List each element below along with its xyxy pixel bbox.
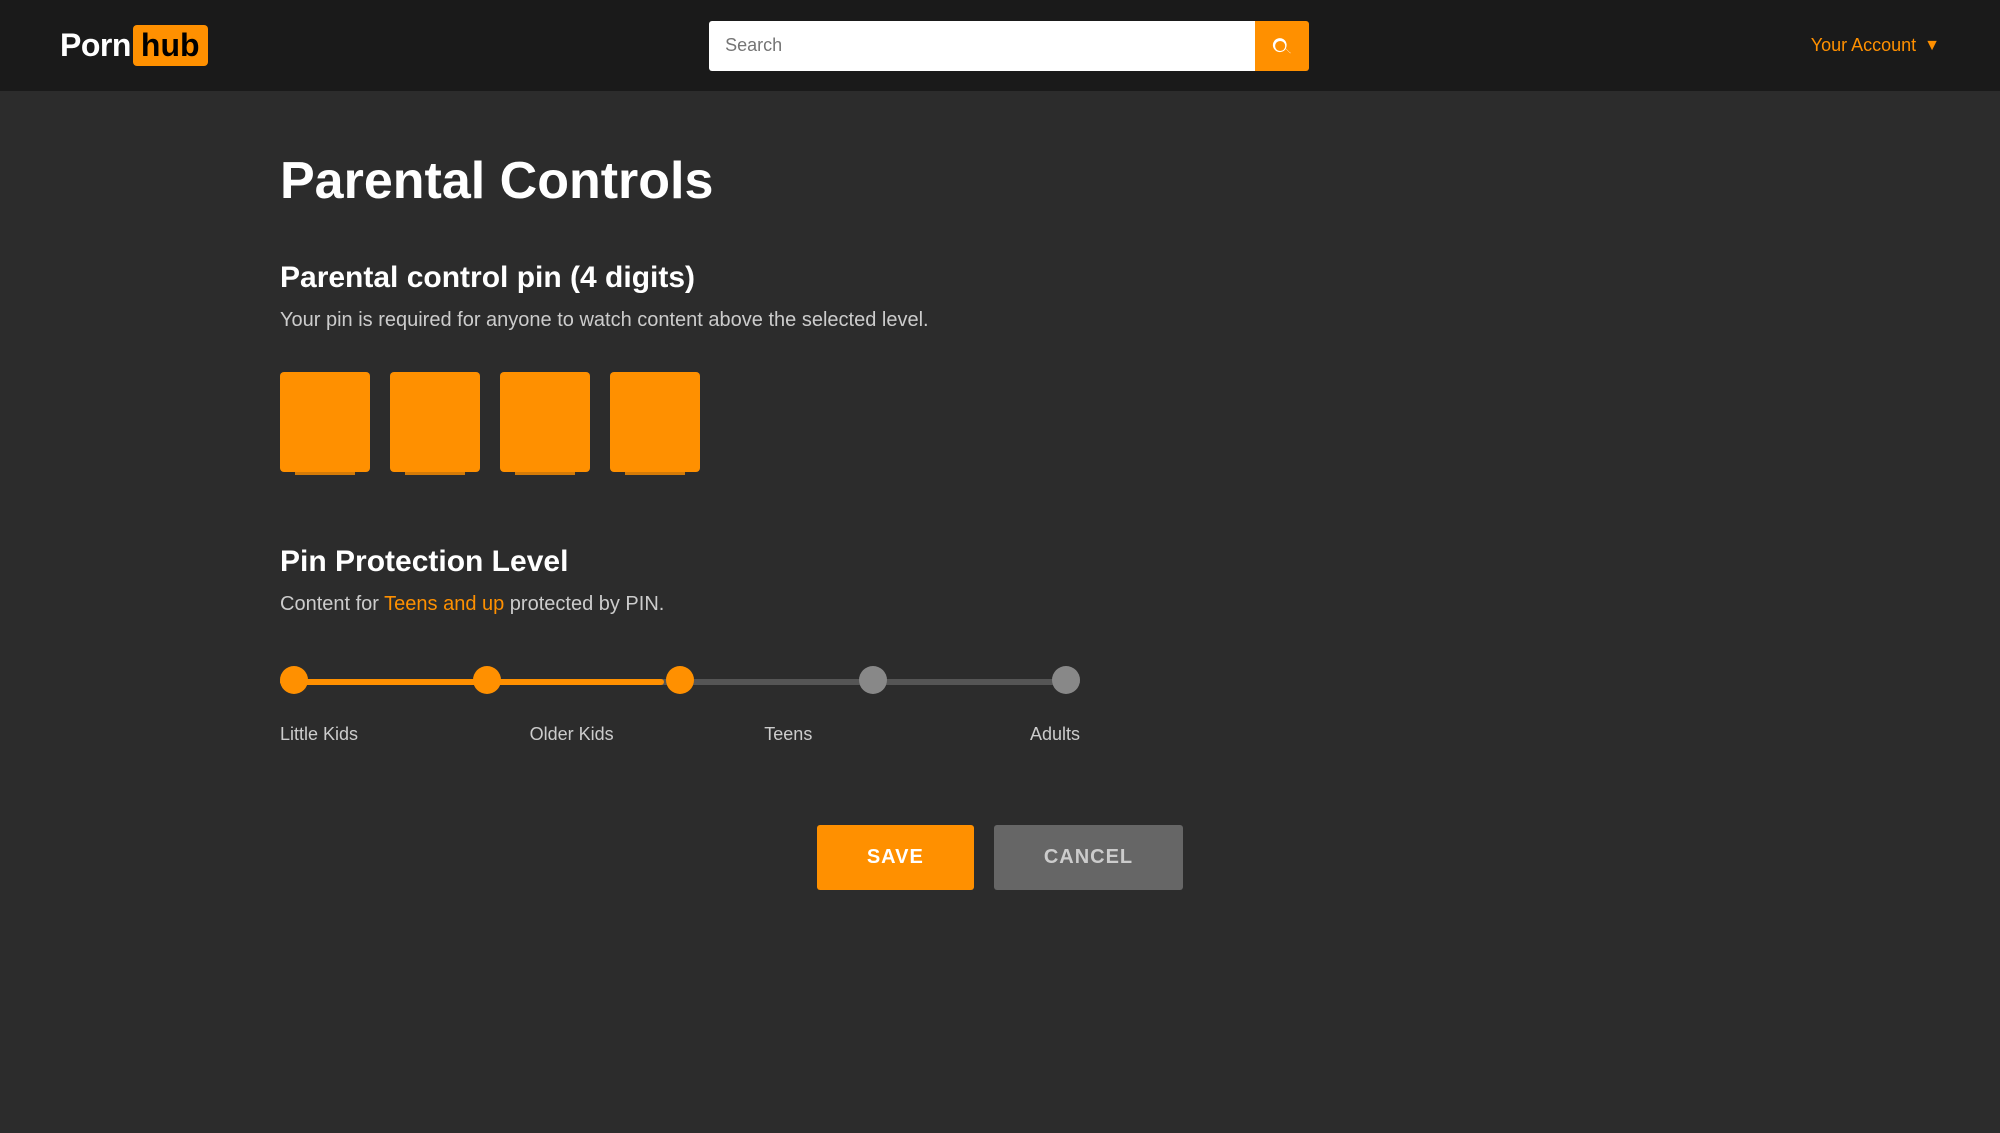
slider-container: Little Kids Older Kids Teens Adults xyxy=(280,666,1080,745)
pin-section: Parental control pin (4 digits) Your pin… xyxy=(280,261,1720,475)
account-label: Your Account xyxy=(1811,35,1916,56)
logo: Pornhub xyxy=(60,25,208,66)
save-button[interactable]: SAVE xyxy=(817,825,974,890)
pin-digit-4-wrapper xyxy=(610,372,700,475)
pin-underline-4 xyxy=(625,472,685,475)
pin-input-container xyxy=(280,372,1720,475)
slider-label-little-kids: Little Kids xyxy=(280,724,430,745)
protection-section: Pin Protection Level Content for Teens a… xyxy=(280,545,1720,745)
logo-hub: hub xyxy=(133,25,208,66)
main-content: Parental Controls Parental control pin (… xyxy=(0,91,2000,950)
cancel-button[interactable]: CANCEL xyxy=(994,825,1183,890)
description-prefix: Content for xyxy=(280,593,384,615)
slider-track-area xyxy=(280,666,1080,694)
search-button[interactable] xyxy=(1255,21,1309,71)
header: Pornhub Your Account ▼ xyxy=(0,0,2000,91)
pin-section-title: Parental control pin (4 digits) xyxy=(280,261,1720,295)
pin-underline-1 xyxy=(295,472,355,475)
logo-porn: Porn xyxy=(60,27,131,64)
pin-underline-3 xyxy=(515,472,575,475)
protection-section-title: Pin Protection Level xyxy=(280,545,1720,579)
search-icon xyxy=(1271,35,1293,57)
pin-digit-3-wrapper xyxy=(500,372,590,475)
pin-underline-2 xyxy=(405,472,465,475)
chevron-down-icon: ▼ xyxy=(1924,37,1940,55)
search-area xyxy=(709,21,1309,71)
pin-digit-3[interactable] xyxy=(500,372,590,472)
pin-section-description: Your pin is required for anyone to watch… xyxy=(280,309,1720,332)
slider-labels: Little Kids Older Kids Teens Adults xyxy=(280,724,1080,745)
pin-digit-4[interactable] xyxy=(610,372,700,472)
slider-label-older-kids: Older Kids xyxy=(497,724,647,745)
slider-label-teens: Teens xyxy=(713,724,863,745)
description-suffix: protected by PIN. xyxy=(504,593,664,615)
button-area: SAVE CANCEL xyxy=(280,825,1720,890)
pin-digit-1-wrapper xyxy=(280,372,370,475)
protection-description: Content for Teens and up protected by PI… xyxy=(280,593,1720,616)
account-menu[interactable]: Your Account ▼ xyxy=(1811,35,1940,56)
page-title: Parental Controls xyxy=(280,151,1720,211)
slider-label-adults: Adults xyxy=(930,724,1080,745)
pin-digit-2-wrapper xyxy=(390,372,480,475)
search-input[interactable] xyxy=(709,21,1255,71)
pin-digit-1[interactable] xyxy=(280,372,370,472)
protection-highlight: Teens and up xyxy=(384,593,504,615)
pin-digit-2[interactable] xyxy=(390,372,480,472)
